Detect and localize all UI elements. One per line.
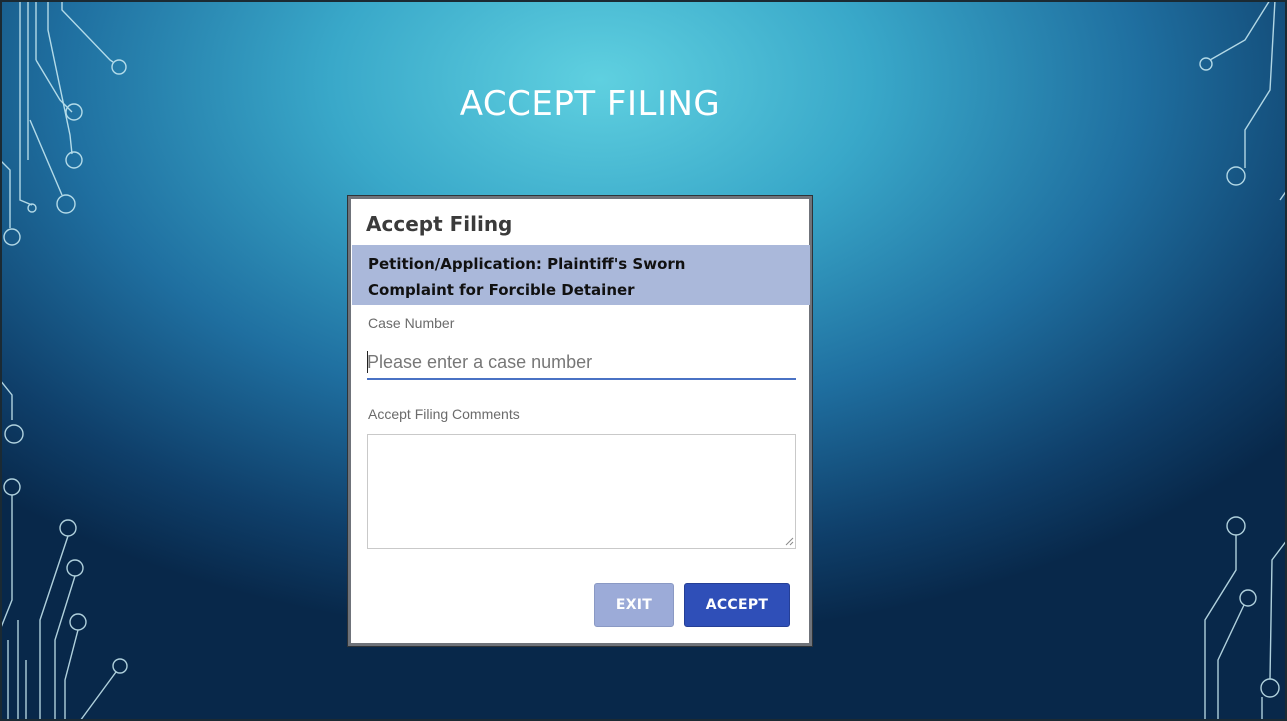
- banner-line-2: Complaint for Forcible Detainer: [368, 281, 635, 299]
- case-number-label: Case Number: [368, 315, 455, 331]
- banner-line-1: Petition/Application: Plaintiff's Sworn: [368, 255, 686, 273]
- accept-button[interactable]: ACCEPT: [684, 583, 790, 627]
- case-number-input[interactable]: [367, 346, 796, 380]
- filing-type-banner: Petition/Application: Plaintiff's Sworn …: [352, 245, 810, 305]
- comments-textarea[interactable]: [367, 434, 796, 549]
- exit-button[interactable]: EXIT: [594, 583, 674, 627]
- text-cursor: [367, 351, 368, 373]
- dialog-title: Accept Filing: [366, 212, 513, 236]
- slide-title: ACCEPT FILING: [459, 84, 721, 124]
- resize-grip-icon[interactable]: [784, 536, 794, 546]
- comments-label: Accept Filing Comments: [368, 406, 520, 422]
- accept-filing-dialog: Accept Filing Petition/Application: Plai…: [347, 195, 813, 647]
